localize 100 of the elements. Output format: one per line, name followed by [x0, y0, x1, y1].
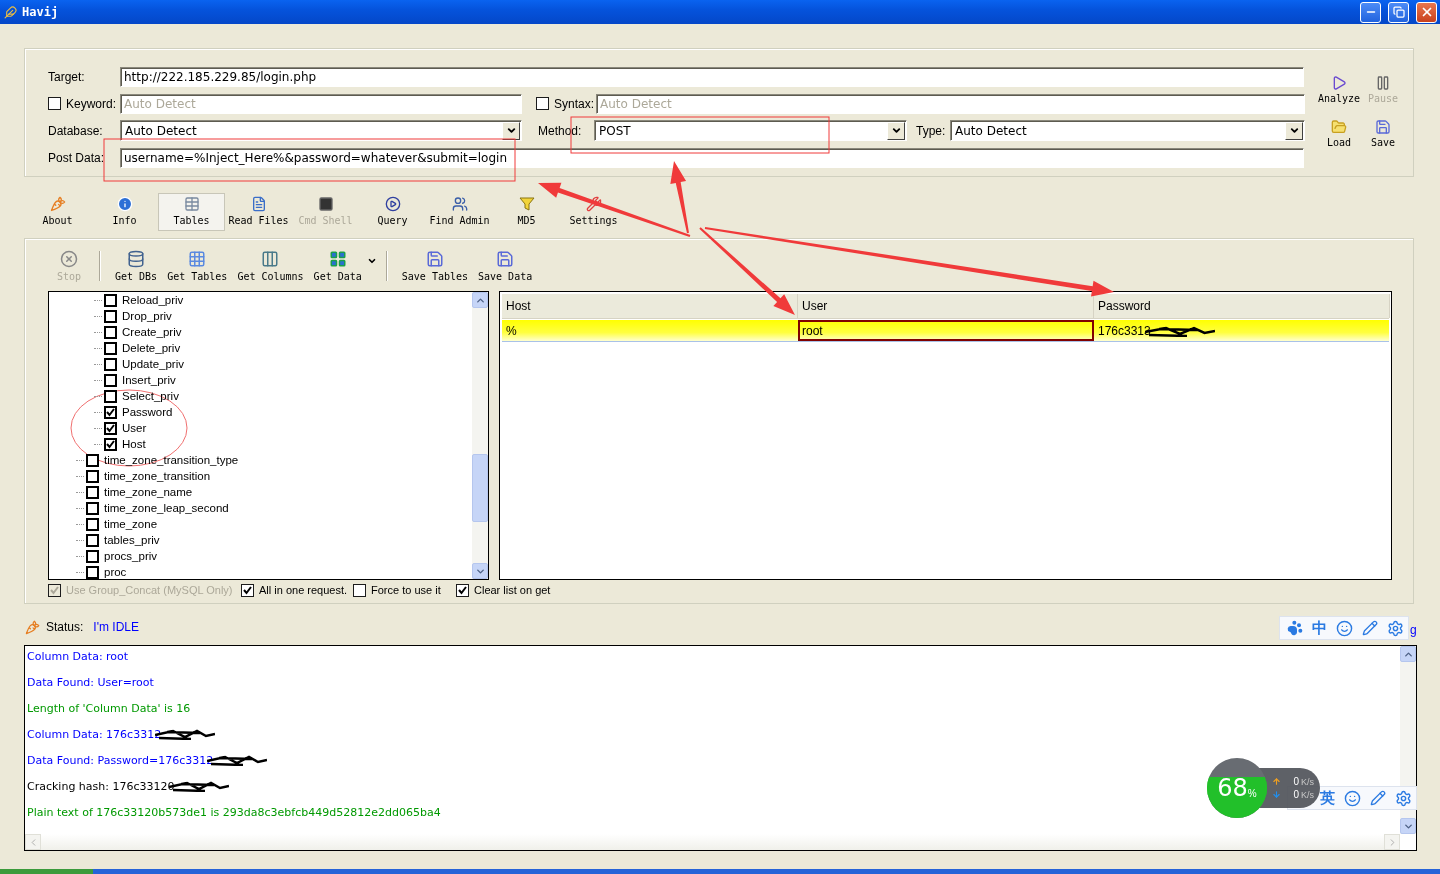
- toolbar-button[interactable]: Save Data: [473, 250, 538, 284]
- tab[interactable]: Read Files: [225, 193, 292, 231]
- dropdown-button[interactable]: [887, 121, 905, 140]
- tab[interactable]: Query: [359, 193, 426, 231]
- tree-item[interactable]: Reload_priv: [122, 294, 184, 306]
- tree-item[interactable]: time_zone_leap_second: [104, 502, 229, 514]
- checkbox[interactable]: [86, 469, 99, 483]
- play-circle-icon: [384, 196, 401, 212]
- close-button[interactable]: [1416, 1, 1437, 23]
- checkbox[interactable]: [353, 583, 366, 597]
- checkbox[interactable]: [86, 533, 99, 547]
- status-label: Status:: [46, 620, 84, 634]
- tree-item[interactable]: procs_priv: [104, 550, 158, 562]
- caret-icon[interactable]: [366, 256, 377, 266]
- wrench-icon: [585, 196, 602, 212]
- pen-icon[interactable]: [1362, 620, 1378, 636]
- tree-item[interactable]: time_zone_transition_type: [104, 454, 239, 466]
- save-button[interactable]: Save: [1363, 112, 1403, 148]
- checkbox[interactable]: [86, 453, 99, 467]
- toolbar-button[interactable]: Get Data: [308, 250, 367, 284]
- settings-icon[interactable]: [1387, 619, 1404, 637]
- input-mode-toggle[interactable]: 英: [1320, 788, 1335, 808]
- type-select[interactable]: Auto Detect: [950, 120, 1305, 141]
- minimize-button[interactable]: [1360, 1, 1381, 23]
- checkbox[interactable]: [104, 357, 117, 371]
- scroll-up-button[interactable]: [472, 292, 488, 308]
- checkbox[interactable]: [104, 421, 117, 435]
- field-label: Type:: [916, 123, 946, 138]
- checkbox[interactable]: [104, 293, 117, 307]
- table-row[interactable]: % root 176c3313: [502, 320, 1389, 342]
- checkbox[interactable]: [48, 97, 61, 110]
- status-text: I'm IDLE: [93, 620, 139, 634]
- tree-item[interactable]: proc: [104, 566, 127, 578]
- carrot-icon: [25, 619, 40, 635]
- checkbox[interactable]: [104, 309, 117, 323]
- input-mode-toggle[interactable]: 中: [1312, 618, 1327, 638]
- document-icon: [250, 196, 267, 212]
- tree-item[interactable]: Select_priv: [122, 390, 179, 402]
- method-select[interactable]: POST: [594, 120, 907, 141]
- settings-icon[interactable]: [1395, 789, 1412, 807]
- checkbox[interactable]: [104, 325, 117, 339]
- percent-unit: %: [1247, 787, 1257, 799]
- dropdown-button[interactable]: [1285, 121, 1303, 140]
- tab[interactable]: Find Admin: [426, 193, 493, 231]
- tree-item[interactable]: tables_priv: [104, 534, 160, 546]
- tab[interactable]: Settings: [560, 193, 627, 231]
- tree-item[interactable]: Create_priv: [122, 326, 182, 338]
- tab[interactable]: MD5: [493, 193, 560, 231]
- dropdown-button[interactable]: [502, 121, 520, 140]
- checkbox[interactable]: [104, 405, 117, 419]
- database-select[interactable]: Auto Detect: [120, 120, 522, 141]
- checkbox[interactable]: [104, 437, 117, 451]
- analyze-button[interactable]: Analyze: [1315, 68, 1363, 104]
- post-data-field[interactable]: username=%Inject_Here%&password=whatever&submit=login: [120, 147, 1304, 168]
- syntax-field[interactable]: Auto Detect: [596, 93, 1305, 114]
- checkbox[interactable]: [104, 341, 117, 355]
- smiley-icon[interactable]: [1336, 619, 1353, 637]
- tab[interactable]: Info: [91, 193, 158, 231]
- tab[interactable]: About: [24, 193, 91, 231]
- tree-item[interactable]: Delete_priv: [122, 342, 181, 354]
- tree-item[interactable]: Host: [122, 438, 146, 450]
- tree-item[interactable]: time_zone_transition: [104, 470, 211, 482]
- smiley-icon[interactable]: [1344, 789, 1361, 807]
- toolbar-button[interactable]: Get DBs: [110, 250, 163, 284]
- checkbox[interactable]: [536, 97, 549, 110]
- field-label: Method:: [538, 123, 583, 138]
- tree-item[interactable]: User: [122, 422, 147, 434]
- toolbar-button[interactable]: Get Tables: [162, 250, 233, 284]
- toolbar-button[interactable]: Save Tables: [396, 250, 473, 284]
- checkbox[interactable]: [86, 485, 99, 499]
- paw-icon[interactable]: [1287, 620, 1303, 636]
- tree-item[interactable]: Password: [122, 406, 173, 418]
- toolbar-button[interactable]: Get Columns: [232, 250, 309, 284]
- speed-unit: K/s: [1301, 776, 1314, 787]
- keyword-field[interactable]: Auto Detect: [120, 93, 522, 114]
- checkbox[interactable]: [104, 373, 117, 387]
- scroll-down-button[interactable]: [1400, 818, 1416, 834]
- restore-button[interactable]: [1388, 1, 1409, 23]
- tree-item[interactable]: time_zone: [104, 518, 158, 530]
- checkbox[interactable]: [86, 501, 99, 515]
- carrot-icon: [49, 196, 66, 212]
- checkbox[interactable]: [104, 389, 117, 403]
- tab[interactable]: Tables: [158, 193, 225, 231]
- scroll-thumb[interactable]: [472, 454, 488, 522]
- tree-item[interactable]: Drop_priv: [122, 310, 172, 322]
- floppy-icon: [425, 250, 444, 268]
- scroll-up-button[interactable]: [1400, 646, 1416, 662]
- tree-item[interactable]: Insert_priv: [122, 374, 176, 386]
- load-button[interactable]: Load: [1315, 112, 1363, 148]
- target-field[interactable]: http://222.185.229.85/login.php: [120, 66, 1304, 87]
- scrollbar[interactable]: [472, 292, 488, 579]
- checkbox[interactable]: [86, 565, 99, 579]
- checkbox[interactable]: [456, 583, 469, 597]
- checkbox[interactable]: [86, 517, 99, 531]
- checkbox[interactable]: [241, 583, 254, 597]
- pen-icon[interactable]: [1370, 790, 1386, 806]
- tree-item[interactable]: time_zone_name: [104, 486, 193, 498]
- checkbox[interactable]: [86, 549, 99, 563]
- tree-item[interactable]: Update_priv: [122, 358, 184, 370]
- grid-icon: [328, 250, 347, 268]
